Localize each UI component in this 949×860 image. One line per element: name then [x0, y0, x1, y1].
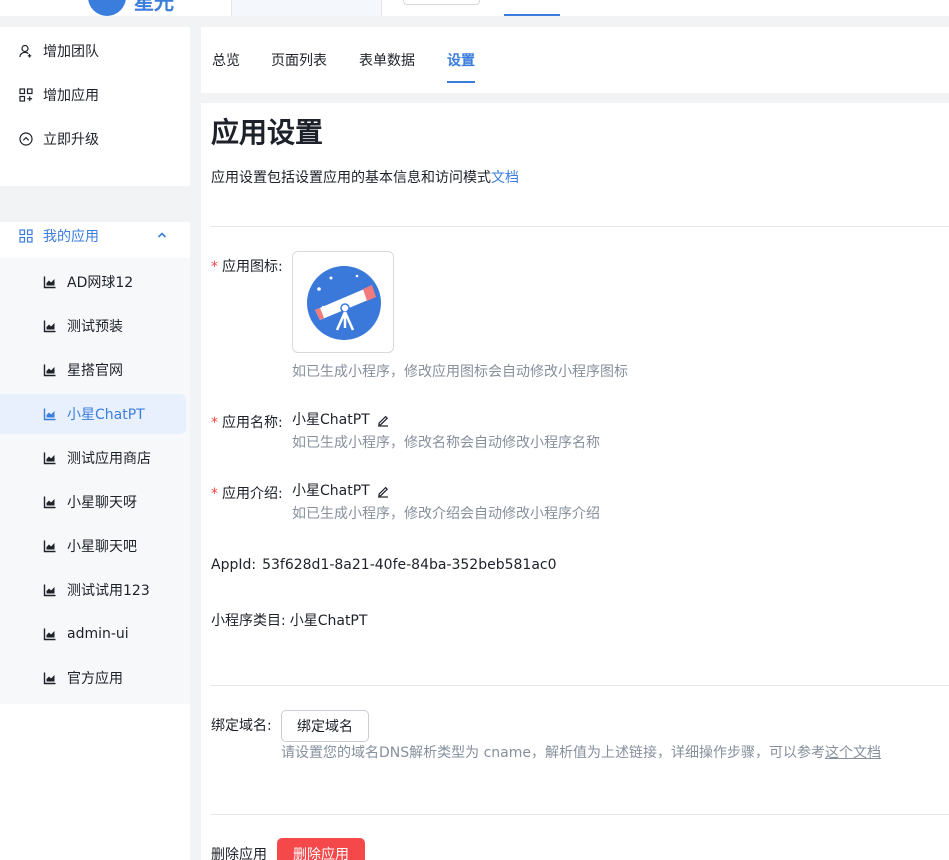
- sidebar-app-label: admin-ui: [67, 626, 129, 642]
- sidebar-app-item[interactable]: 星搭官网: [0, 350, 186, 390]
- chart-icon: [43, 539, 57, 553]
- app-add-icon: [19, 88, 33, 102]
- section-divider: [211, 814, 949, 815]
- app-icon-hint: 如已生成小程序，修改应用图标会自动修改小程序图标: [292, 364, 628, 380]
- app-name-value: 小星ChatPT: [292, 410, 390, 430]
- required-mark: *: [211, 259, 218, 275]
- sidebar-app-item-active[interactable]: 小星ChatPT: [0, 394, 186, 434]
- sidebar-action-label: 增加团队: [43, 44, 99, 60]
- sidebar-app-item[interactable]: 官方应用: [0, 658, 186, 698]
- domain-hint-text: 请设置您的域名DNS解析类型为 cname，解析值为上述链接，详细操作步骤，可以…: [281, 745, 825, 761]
- chart-icon: [43, 363, 57, 377]
- mini-category-value: 小星ChatPT: [289, 613, 368, 629]
- appid-value: 53f628d1-8a21-40fe-84ba-352beb581ac0: [262, 557, 557, 573]
- tab-overview[interactable]: 总览: [212, 51, 240, 71]
- appid-label: AppId:: [211, 557, 257, 573]
- app-intro-label-text: 应用介绍:: [222, 486, 283, 502]
- chart-icon: [43, 583, 57, 597]
- app-name-label-text: 应用名称:: [222, 415, 283, 431]
- grid-icon: [19, 229, 33, 243]
- delete-app-button[interactable]: 删除应用: [277, 838, 365, 860]
- topbar-select[interactable]: [403, 0, 480, 5]
- telescope-icon: [307, 266, 381, 340]
- chart-icon: [43, 407, 57, 421]
- sidebar-app-item[interactable]: 小星聊天呀: [0, 482, 186, 522]
- chart-icon: [43, 495, 57, 509]
- app-name-text: 小星ChatPT: [292, 412, 370, 428]
- sidebar-app-label: 官方应用: [67, 671, 123, 687]
- domain-label: 绑定域名:: [211, 718, 272, 734]
- app-icon-upload[interactable]: [292, 251, 394, 353]
- appid-row: AppId: 53f628d1-8a21-40fe-84ba-352beb581a…: [211, 555, 557, 575]
- sidebar-app-item[interactable]: admin-ui: [0, 614, 186, 654]
- sidebar-app-label: 测试应用商店: [67, 451, 151, 467]
- chart-icon: [43, 319, 57, 333]
- app-icon-label: * 应用图标:: [211, 257, 283, 277]
- edit-icon[interactable]: [376, 484, 390, 498]
- sidebar-app-label: 小星ChatPT: [67, 407, 145, 423]
- delete-app-label: 删除应用: [211, 847, 267, 860]
- user-icon: [19, 44, 33, 58]
- section-divider: [211, 685, 949, 686]
- sidebar-group-my-apps[interactable]: 我的应用: [0, 214, 190, 258]
- sidebar-app-label: AD网球12: [67, 275, 134, 291]
- topbar-active-indicator: [504, 14, 560, 16]
- page-title: 应用设置: [211, 116, 324, 149]
- tab-active-underline: [447, 81, 475, 83]
- sidebar-app-item[interactable]: 测试试用123: [0, 570, 186, 610]
- chart-icon: [43, 671, 57, 685]
- domain-doc-link[interactable]: 这个文档: [825, 745, 881, 761]
- sidebar-app-item[interactable]: 测试预装: [0, 306, 186, 346]
- sidebar: 增加团队 增加应用 立即升级 我的应用 AD网球12 测试预装 星搭官网 小星C…: [0, 27, 190, 860]
- chart-icon: [43, 627, 57, 641]
- settings-panel: 应用设置 应用设置包括设置应用的基本信息和访问模式文档 * 应用图标: 如已生成小…: [201, 103, 949, 860]
- sidebar-action-label: 立即升级: [43, 132, 99, 148]
- chart-icon: [43, 451, 57, 465]
- edit-icon[interactable]: [376, 413, 390, 427]
- app-intro-label: * 应用介绍:: [211, 484, 283, 504]
- mini-category-row: 小程序类目: 小星ChatPT: [211, 611, 367, 631]
- sidebar-app-label: 星搭官网: [67, 363, 123, 379]
- sidebar-app-label: 小星聊天呀: [67, 495, 137, 511]
- page-description: 应用设置包括设置应用的基本信息和访问模式文档: [211, 168, 519, 188]
- top-bar: 星光: [0, 0, 949, 16]
- sidebar-app-item[interactable]: AD网球12: [0, 262, 186, 302]
- required-mark: *: [211, 415, 218, 431]
- tab-settings[interactable]: 设置: [447, 51, 475, 71]
- sidebar-app-item[interactable]: 小星聊天吧: [0, 526, 186, 566]
- sidebar-app-label: 测试试用123: [67, 583, 150, 599]
- chart-icon: [43, 275, 57, 289]
- app-list: AD网球12 测试预装 星搭官网 小星ChatPT 测试应用商店 小星聊天呀 小…: [0, 258, 190, 704]
- sidebar-app-label: 测试预装: [67, 319, 123, 335]
- chevron-up-icon[interactable]: [156, 229, 168, 241]
- app-intro-text: 小星ChatPT: [292, 483, 370, 499]
- sidebar-action-add-app[interactable]: 增加应用: [0, 73, 190, 117]
- tab-form-data[interactable]: 表单数据: [359, 51, 415, 71]
- sidebar-group-label: 我的应用: [43, 229, 99, 245]
- page-description-text: 应用设置包括设置应用的基本信息和访问模式: [211, 170, 491, 186]
- sidebar-app-label: 小星聊天吧: [67, 539, 137, 555]
- doc-link[interactable]: 文档: [491, 170, 519, 186]
- logo-text: 星光: [134, 0, 174, 14]
- domain-hint: 请设置您的域名DNS解析类型为 cname，解析值为上述链接，详细操作步骤，可以…: [281, 743, 881, 763]
- mini-category-label: 小程序类目:: [211, 613, 286, 629]
- topbar-team-area[interactable]: [232, 0, 382, 16]
- sidebar-action-upgrade[interactable]: 立即升级: [0, 117, 190, 161]
- app-icon-label-text: 应用图标:: [222, 259, 283, 275]
- tab-page-list[interactable]: 页面列表: [271, 51, 327, 71]
- app-name-hint: 如已生成小程序，修改名称会自动修改小程序名称: [292, 435, 600, 451]
- logo-icon: [88, 0, 126, 16]
- sidebar-app-item[interactable]: 测试应用商店: [0, 438, 186, 478]
- tab-bar: 总览 页面列表 表单数据 设置: [201, 27, 949, 93]
- upgrade-icon: [19, 132, 33, 146]
- app-name-label: * 应用名称:: [211, 413, 283, 433]
- app-intro-hint: 如已生成小程序，修改介绍会自动修改小程序介绍: [292, 506, 600, 522]
- sidebar-action-label: 增加应用: [43, 88, 99, 104]
- app-intro-value: 小星ChatPT: [292, 481, 390, 501]
- section-divider: [211, 226, 949, 227]
- bind-domain-button[interactable]: 绑定域名: [281, 710, 369, 742]
- required-mark: *: [211, 486, 218, 502]
- sidebar-action-add-team[interactable]: 增加团队: [0, 29, 190, 73]
